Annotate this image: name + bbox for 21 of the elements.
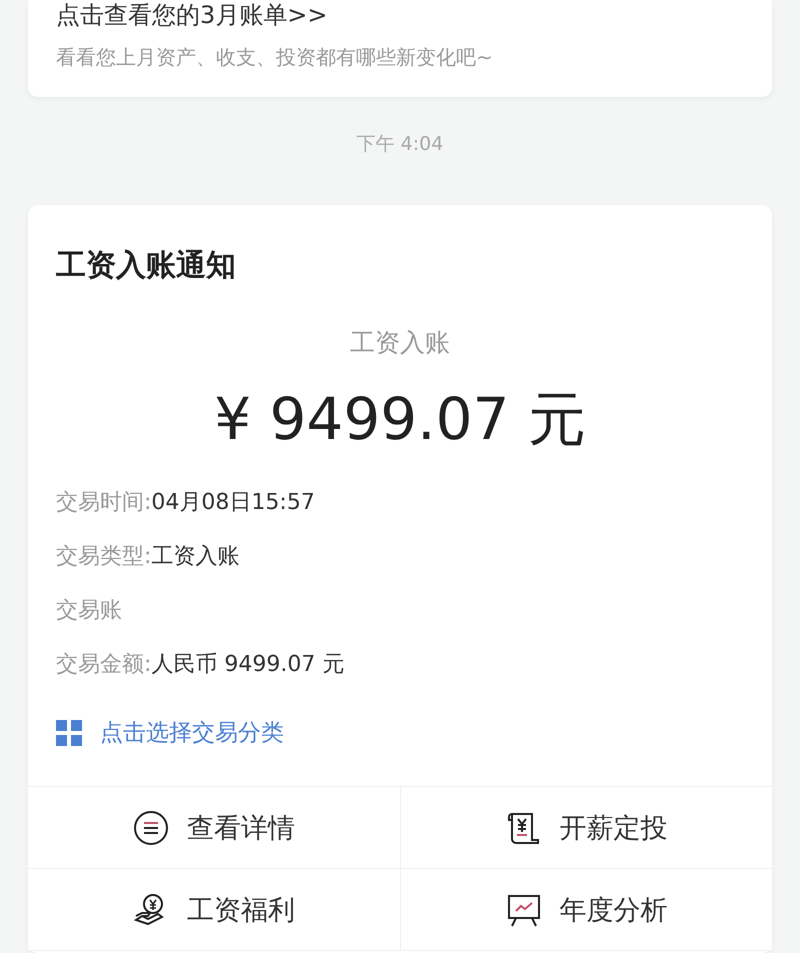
card-title: 工资入账通知 (55, 247, 237, 285)
action-button[interactable]: 开薪定投 (400, 787, 772, 869)
message-time: 下午 4:04 (356, 132, 444, 157)
amount-caption: 工资入账 (350, 327, 450, 359)
action-button[interactable]: 查看详情 (28, 787, 400, 869)
detail-value: 人民币 9499.07 元 (151, 651, 344, 679)
bill-title: 点击查看您的3月账单>> (56, 0, 328, 30)
detail-label: 交易金额: (56, 651, 152, 679)
detail-label: 交易时间: (56, 489, 152, 517)
category-link[interactable]: 点击选择交易分类 (100, 717, 284, 748)
bill-card[interactable]: 点击查看您的3月账单>> 看看您上月资产、收支、投资都有哪些新变化吧~ (28, 0, 772, 97)
detail-value: 04月08日15:57 (151, 489, 315, 517)
bill-subtitle: 看看您上月资产、收支、投资都有哪些新变化吧~ (56, 44, 494, 71)
action-button[interactable]: 工资福利 (28, 869, 400, 951)
list-circle-icon (133, 810, 169, 846)
action-button[interactable]: 年度分析 (400, 869, 772, 951)
detail-value: 工资入账 (151, 543, 240, 571)
amount-text: ¥ 9499.07 元 (214, 384, 586, 455)
detail-label: 交易账 (56, 597, 122, 625)
detail-label: 交易类型: (56, 543, 152, 571)
grid-icon (56, 720, 82, 746)
